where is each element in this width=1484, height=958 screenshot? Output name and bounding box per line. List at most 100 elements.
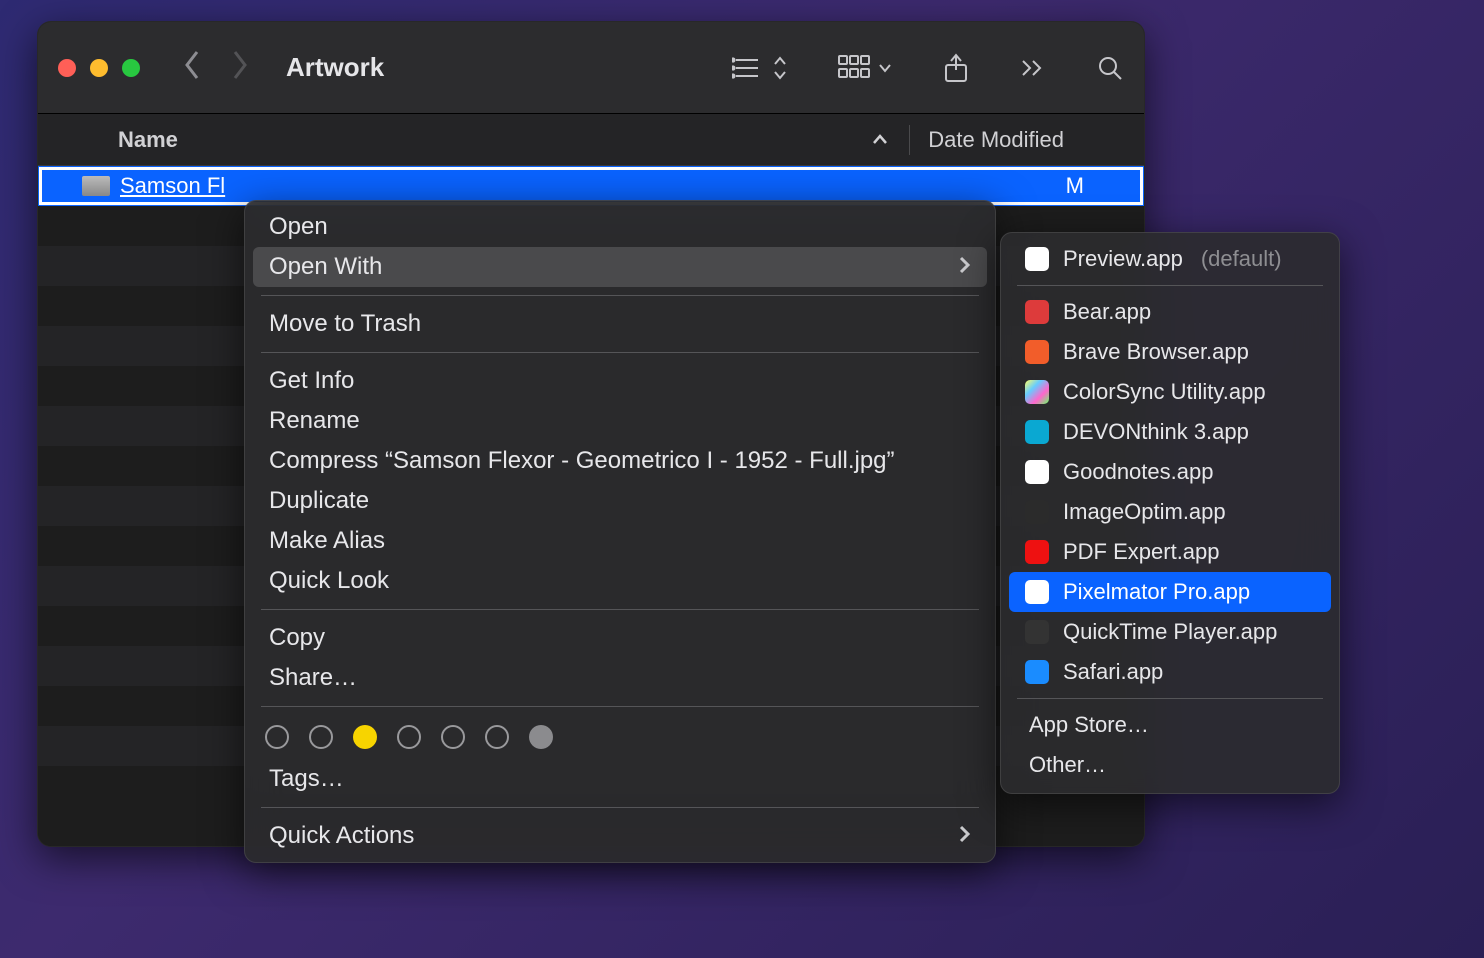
submenu-app-pdfexpert[interactable]: PDF Expert.app	[1009, 532, 1331, 572]
submenu-indicator-icon	[959, 253, 971, 281]
app-label: PDF Expert.app	[1063, 539, 1220, 565]
menu-label: Make Alias	[269, 527, 385, 555]
menu-label: Share…	[269, 664, 357, 692]
menu-get-info[interactable]: Get Info	[253, 361, 987, 401]
file-thumbnail-icon	[82, 176, 110, 196]
menu-label: Get Info	[269, 367, 354, 395]
back-button[interactable]	[182, 50, 204, 85]
menu-copy[interactable]: Copy	[253, 618, 987, 658]
window-title: Artwork	[286, 52, 384, 83]
menu-separator	[1017, 698, 1323, 699]
menu-label: Open With	[269, 253, 382, 281]
app-icon	[1025, 420, 1049, 444]
app-label: Goodnotes.app	[1063, 459, 1213, 485]
menu-quick-actions[interactable]: Quick Actions	[253, 816, 987, 856]
submenu-other[interactable]: Other…	[1009, 745, 1331, 785]
search-button[interactable]	[1096, 54, 1124, 82]
file-date: M	[1066, 173, 1144, 199]
menu-rename[interactable]: Rename	[253, 401, 987, 441]
search-icon	[1096, 54, 1124, 82]
menu-compress[interactable]: Compress “Samson Flexor - Geometrico I -…	[253, 441, 987, 481]
tag-dot-none[interactable]	[441, 725, 465, 749]
menu-label: Other…	[1029, 752, 1106, 778]
menu-label: Compress “Samson Flexor - Geometrico I -…	[269, 447, 895, 475]
menu-move-to-trash[interactable]: Move to Trash	[253, 304, 987, 344]
menu-open-with[interactable]: Open With	[253, 247, 987, 287]
close-button[interactable]	[58, 59, 76, 77]
tag-dot-yellow[interactable]	[353, 725, 377, 749]
app-icon	[1025, 247, 1049, 271]
app-icon	[1025, 580, 1049, 604]
menu-separator	[261, 807, 979, 808]
app-label: Brave Browser.app	[1063, 339, 1249, 365]
menu-label: Move to Trash	[269, 310, 421, 338]
app-label: Bear.app	[1063, 299, 1151, 325]
traffic-lights	[58, 59, 140, 77]
menu-label: Quick Actions	[269, 822, 414, 850]
submenu-app-goodnotes[interactable]: Goodnotes.app	[1009, 452, 1331, 492]
app-icon	[1025, 460, 1049, 484]
submenu-app-quicktime[interactable]: QuickTime Player.app	[1009, 612, 1331, 652]
app-icon	[1025, 380, 1049, 404]
menu-duplicate[interactable]: Duplicate	[253, 481, 987, 521]
toolbar-overflow-button[interactable]	[1020, 58, 1046, 78]
column-name[interactable]: Name	[118, 127, 871, 153]
submenu-app-safari[interactable]: Safari.app	[1009, 652, 1331, 692]
sort-arrows-icon	[772, 54, 788, 82]
tag-dot-none[interactable]	[485, 725, 509, 749]
submenu-app-imageoptim[interactable]: ImageOptim.app	[1009, 492, 1331, 532]
file-name: Samson Fl	[120, 173, 1066, 199]
app-label: DEVONthink 3.app	[1063, 419, 1249, 445]
submenu-app-brave[interactable]: Brave Browser.app	[1009, 332, 1331, 372]
menu-make-alias[interactable]: Make Alias	[253, 521, 987, 561]
submenu-app-bear[interactable]: Bear.app	[1009, 292, 1331, 332]
menu-separator	[261, 609, 979, 610]
app-icon	[1025, 620, 1049, 644]
menu-tags[interactable]: Tags…	[253, 759, 987, 799]
group-by-button[interactable]	[838, 55, 892, 81]
app-icon	[1025, 660, 1049, 684]
app-label: Pixelmator Pro.app	[1063, 579, 1250, 605]
app-icon	[1025, 540, 1049, 564]
menu-separator	[261, 295, 979, 296]
zoom-button[interactable]	[122, 59, 140, 77]
tag-dot-none[interactable]	[265, 725, 289, 749]
submenu-indicator-icon	[959, 822, 971, 850]
tag-dot-none[interactable]	[397, 725, 421, 749]
open-with-submenu: Preview.app (default) Bear.app Brave Bro…	[1000, 232, 1340, 794]
menu-quick-look[interactable]: Quick Look	[253, 561, 987, 601]
column-divider	[909, 125, 910, 155]
menu-label: Open	[269, 213, 328, 241]
menu-label: Copy	[269, 624, 325, 652]
chevrons-right-icon	[1020, 58, 1046, 78]
menu-separator	[1017, 285, 1323, 286]
menu-label: Tags…	[269, 765, 344, 793]
submenu-app-colorsync[interactable]: ColorSync Utility.app	[1009, 372, 1331, 412]
window-toolbar: Artwork	[38, 22, 1144, 114]
app-icon	[1025, 500, 1049, 524]
submenu-app-devonthink[interactable]: DEVONthink 3.app	[1009, 412, 1331, 452]
context-menu: Open Open With Move to Trash Get Info Re…	[244, 200, 996, 863]
column-header: Name Date Modified	[38, 114, 1144, 166]
submenu-app-store[interactable]: App Store…	[1009, 705, 1331, 745]
menu-open[interactable]: Open	[253, 207, 987, 247]
column-date-modified[interactable]: Date Modified	[928, 127, 1064, 153]
submenu-app-pixelmator[interactable]: Pixelmator Pro.app	[1009, 572, 1331, 612]
share-button[interactable]	[942, 52, 970, 84]
submenu-app-preview[interactable]: Preview.app (default)	[1009, 239, 1331, 279]
app-label: QuickTime Player.app	[1063, 619, 1277, 645]
sort-indicator-icon	[871, 127, 889, 153]
app-label: Preview.app	[1063, 246, 1183, 272]
app-label: ColorSync Utility.app	[1063, 379, 1266, 405]
tag-dot-none[interactable]	[309, 725, 333, 749]
forward-button[interactable]	[228, 50, 250, 85]
view-options-button[interactable]	[732, 54, 788, 82]
app-icon	[1025, 340, 1049, 364]
tag-color-row	[245, 715, 995, 759]
app-label: Safari.app	[1063, 659, 1163, 685]
menu-label: Duplicate	[269, 487, 369, 515]
tag-dot-gray[interactable]	[529, 725, 553, 749]
menu-share[interactable]: Share…	[253, 658, 987, 698]
share-icon	[942, 52, 970, 84]
minimize-button[interactable]	[90, 59, 108, 77]
